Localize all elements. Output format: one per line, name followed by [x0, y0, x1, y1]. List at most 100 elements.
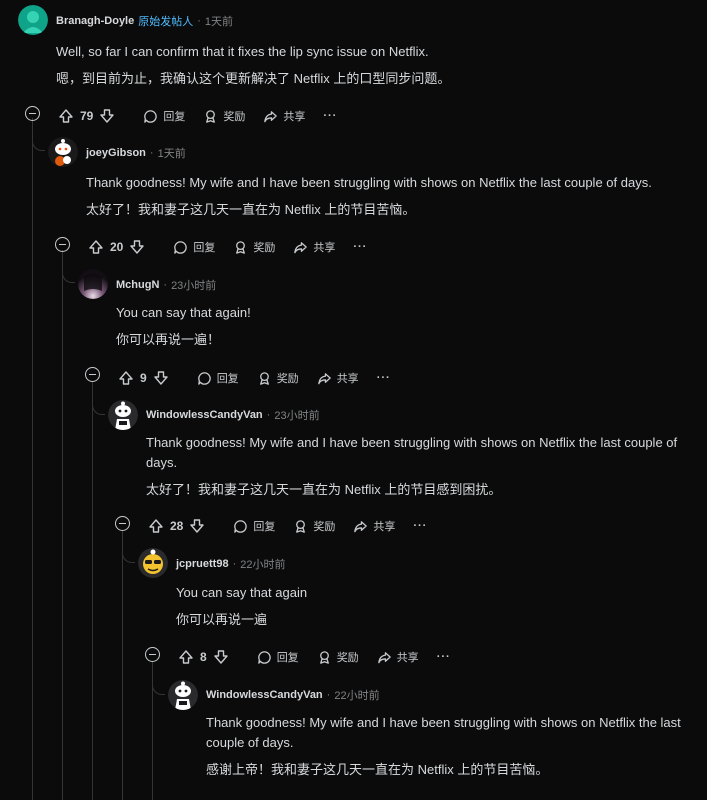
comment-icon	[143, 109, 158, 124]
reply-button[interactable]: 回复	[197, 370, 239, 386]
downvote-icon[interactable]	[153, 370, 169, 386]
thread-line[interactable]	[62, 250, 63, 800]
share-button[interactable]: 共享	[377, 649, 419, 665]
timestamp[interactable]: 22小时前	[334, 687, 379, 703]
thread-line[interactable]	[32, 118, 33, 800]
collapse-button[interactable]	[85, 367, 100, 382]
author-name[interactable]: joeyGibson	[86, 147, 146, 159]
comment-body: Thank goodness! My wife and I have been …	[146, 433, 694, 500]
comment-body: Thank goodness! My wife and I have been …	[86, 173, 696, 220]
upvote-icon[interactable]	[178, 649, 194, 665]
downvote-icon[interactable]	[129, 239, 145, 255]
collapse-button[interactable]	[145, 647, 160, 662]
timestamp[interactable]: 23小时前	[274, 407, 319, 423]
thread-branch	[92, 400, 105, 415]
comment-text-en: Well, so far I can confirm that it fixes…	[56, 44, 429, 59]
award-icon	[203, 109, 218, 124]
more-icon: ···	[436, 651, 451, 663]
upvote-icon[interactable]	[88, 239, 104, 255]
separator-dot: ·	[326, 689, 331, 701]
avatar[interactable]	[18, 5, 48, 35]
thread-line[interactable]	[122, 530, 123, 800]
timestamp[interactable]: 1天前	[158, 145, 186, 161]
vote-count: 79	[80, 109, 94, 123]
more-options-button[interactable]: ···	[353, 241, 367, 253]
comment-icon	[233, 519, 248, 534]
avatar[interactable]	[48, 137, 78, 167]
share-label: 共享	[336, 373, 359, 385]
more-icon: ···	[413, 520, 428, 532]
reply-button[interactable]: 回复	[233, 518, 275, 534]
author-name[interactable]: MchugN	[116, 279, 159, 291]
timestamp[interactable]: 22小时前	[240, 556, 285, 572]
award-button[interactable]: 奖励	[293, 518, 335, 534]
share-button[interactable]: 共享	[353, 518, 395, 534]
timestamp[interactable]: 23小时前	[171, 277, 216, 293]
share-icon	[317, 371, 332, 386]
comment-body: Well, so far I can confirm that it fixes…	[56, 42, 696, 89]
reply-button[interactable]: 回复	[257, 649, 299, 665]
comment-body: You can say that again! 你可以再说一遍！	[116, 303, 696, 350]
author-name[interactable]: Branagh-Doyle	[56, 15, 134, 27]
op-badge: 原始发帖人	[138, 16, 194, 28]
comment-meta: jcpruett98 · 22小时前	[176, 556, 286, 572]
comment-text-zh: 太好了！我和妻子这几天一直在为 Netflix 上的节目苦恼。	[86, 202, 416, 217]
author-name[interactable]: WindowlessCandyVan	[206, 689, 323, 701]
award-label: 奖励	[223, 111, 246, 123]
award-button[interactable]: 奖励	[317, 649, 359, 665]
comment-actions: 79 回复 奖励 共享 ···	[58, 106, 355, 126]
share-icon	[293, 240, 308, 255]
share-label: 共享	[396, 652, 419, 664]
separator-dot: ·	[163, 279, 168, 291]
vote-count: 9	[140, 371, 147, 385]
downvote-icon[interactable]	[189, 518, 205, 534]
upvote-icon[interactable]	[148, 518, 164, 534]
more-options-button[interactable]: ···	[323, 110, 337, 122]
comment-icon	[173, 240, 188, 255]
avatar[interactable]	[168, 680, 198, 710]
comment-text-en: You can say that again	[176, 585, 308, 600]
more-options-button[interactable]: ···	[413, 520, 427, 532]
award-label: 奖励	[313, 521, 336, 533]
reply-label: 回复	[276, 652, 299, 664]
share-button[interactable]: 共享	[317, 370, 359, 386]
comment-actions: 8 回复 奖励 共享 ···	[178, 647, 469, 667]
comment-text-zh: 嗯，到目前为止，我确认这个更新解决了 Netflix 上的口型同步问题。	[56, 71, 451, 86]
timestamp[interactable]: 1天前	[205, 13, 233, 29]
award-label: 奖励	[253, 242, 276, 254]
award-button[interactable]: 奖励	[203, 108, 245, 124]
avatar[interactable]	[138, 548, 168, 578]
downvote-icon[interactable]	[213, 649, 229, 665]
reply-button[interactable]: 回复	[143, 108, 185, 124]
comment-text-en: Thank goodness! My wife and I have been …	[146, 435, 678, 470]
comment-icon	[197, 371, 212, 386]
award-label: 奖励	[276, 373, 299, 385]
avatar[interactable]	[78, 269, 108, 299]
avatar[interactable]	[108, 400, 138, 430]
reply-button[interactable]: 回复	[173, 239, 215, 255]
separator-dot: ·	[232, 558, 237, 570]
author-name[interactable]: WindowlessCandyVan	[146, 409, 263, 421]
comment-icon	[257, 650, 272, 665]
award-button[interactable]: 奖励	[233, 239, 275, 255]
collapse-button[interactable]	[55, 237, 70, 252]
author-name[interactable]: jcpruett98	[176, 558, 229, 570]
award-button[interactable]: 奖励	[257, 370, 299, 386]
reply-label: 回复	[163, 111, 186, 123]
thread-branch	[32, 136, 45, 151]
upvote-icon[interactable]	[58, 108, 74, 124]
share-button[interactable]: 共享	[263, 108, 305, 124]
award-icon	[317, 650, 332, 665]
thread-line[interactable]	[92, 382, 93, 800]
more-options-button[interactable]: ···	[437, 651, 451, 663]
more-options-button[interactable]: ···	[377, 372, 391, 384]
share-button[interactable]: 共享	[293, 239, 335, 255]
comment-actions: 20 回复 奖励 共享 ···	[88, 237, 385, 257]
thread-branch	[62, 268, 75, 283]
upvote-icon[interactable]	[118, 370, 134, 386]
collapse-button[interactable]	[25, 106, 40, 121]
collapse-button[interactable]	[115, 516, 130, 531]
downvote-icon[interactable]	[99, 108, 115, 124]
award-icon	[257, 371, 272, 386]
separator-dot: ·	[149, 147, 154, 159]
